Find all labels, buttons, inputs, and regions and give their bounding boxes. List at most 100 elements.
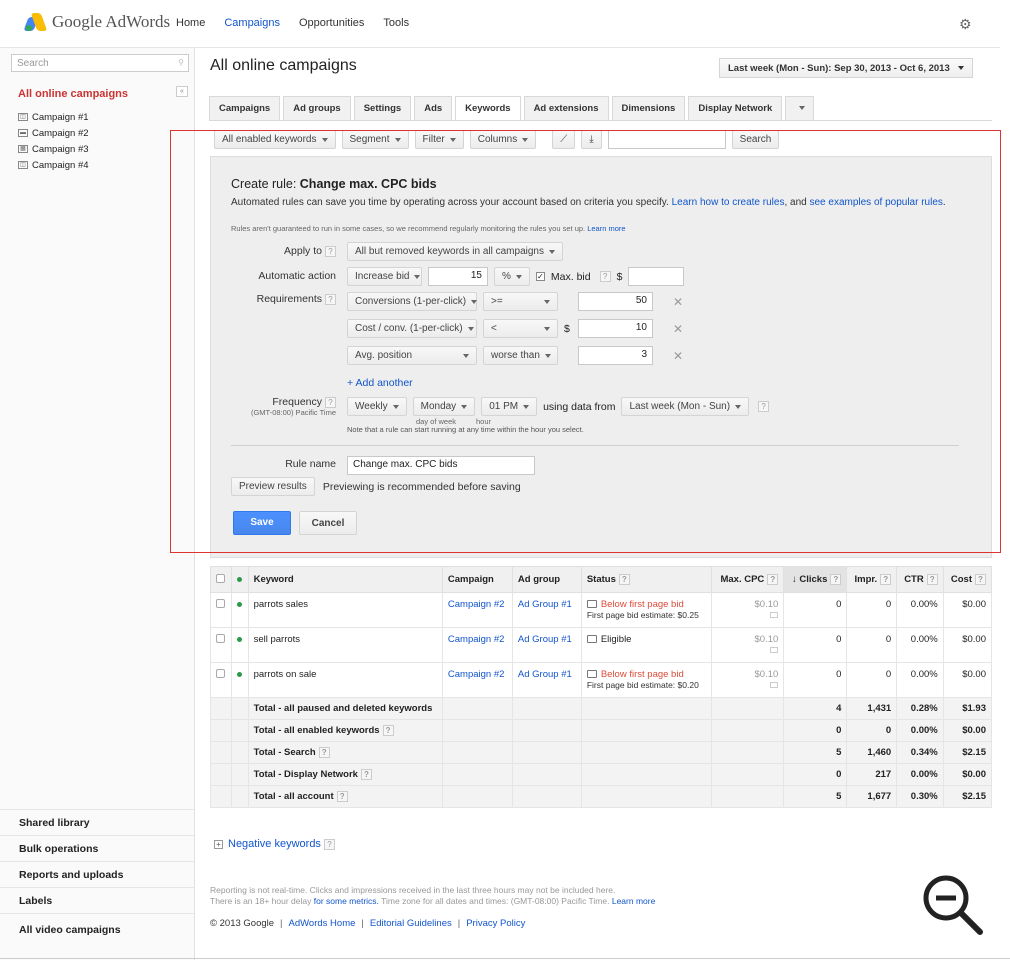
- date-range-selector[interactable]: Last week (Mon - Sun): Sep 30, 2013 - Oc…: [719, 58, 973, 78]
- sidebar-item-campaign-2[interactable]: ▬ Campaign #2: [18, 125, 89, 141]
- help-icon[interactable]: ?: [975, 573, 986, 585]
- header-campaign[interactable]: Campaign: [441, 566, 513, 593]
- sidebar-video-campaigns[interactable]: All video campaigns: [0, 913, 195, 943]
- tab-more-dropdown[interactable]: [785, 96, 815, 120]
- sidebar-bulk-operations[interactable]: Bulk operations: [0, 835, 195, 861]
- checkbox[interactable]: [216, 599, 225, 608]
- row-checkbox-cell[interactable]: [210, 627, 232, 663]
- clicks-cell: 5: [783, 785, 848, 809]
- cost-cell: $0.00: [942, 627, 993, 663]
- editorial-guidelines-link[interactable]: Editorial Guidelines: [370, 918, 452, 929]
- max-cpc-cell[interactable]: $0.10: [711, 592, 785, 628]
- collapse-sidebar-icon[interactable]: «: [176, 86, 188, 97]
- campaign-link[interactable]: Campaign #2: [448, 634, 505, 645]
- select-all-checkbox-cell[interactable]: [210, 566, 232, 593]
- sidebar-search-input[interactable]: Search ⚲: [11, 54, 189, 72]
- clicks-cell: 0: [783, 592, 848, 628]
- header-clicks[interactable]: ↓ Clicks?: [783, 566, 848, 593]
- empty-cell: [230, 718, 249, 743]
- tab-display-network[interactable]: Display Network: [688, 96, 783, 120]
- nav-tools[interactable]: Tools: [383, 17, 409, 29]
- tab-campaigns[interactable]: Campaigns: [209, 96, 281, 120]
- tab-settings[interactable]: Settings: [353, 96, 412, 120]
- help-icon[interactable]: ?: [360, 769, 372, 781]
- cost-cell: $0.00: [942, 718, 993, 743]
- adgroup-link[interactable]: Ad Group #1: [518, 599, 572, 610]
- campaign-link[interactable]: Campaign #2: [448, 599, 505, 610]
- enabled-dot-icon: [236, 637, 242, 642]
- gear-icon[interactable]: ⚙: [959, 16, 972, 33]
- keyword-cell[interactable]: sell parrots: [247, 627, 443, 663]
- total-label-cell: Total - Display Network?: [247, 763, 443, 787]
- adwords-logo[interactable]: Google AdWords: [23, 12, 170, 32]
- tab-keywords[interactable]: Keywords: [455, 96, 521, 121]
- edit-icon[interactable]: [770, 682, 779, 688]
- help-icon[interactable]: ?: [318, 747, 330, 759]
- empty-cell: [230, 763, 249, 787]
- sidebar-reports-uploads[interactable]: Reports and uploads: [0, 861, 195, 887]
- zoom-out-icon[interactable]: [918, 870, 988, 940]
- nav-home[interactable]: Home: [176, 17, 205, 29]
- impr-cell: 1,431: [846, 697, 898, 720]
- adgroup-link[interactable]: Ad Group #1: [518, 634, 572, 645]
- edit-icon[interactable]: [770, 612, 779, 618]
- tab-dimensions[interactable]: Dimensions: [611, 96, 686, 120]
- checkbox[interactable]: [216, 573, 225, 583]
- sidebar-item-campaign-3[interactable]: ▦ Campaign #3: [18, 141, 89, 157]
- sidebar-labels[interactable]: Labels: [0, 887, 195, 913]
- impr-cell: 1,677: [846, 785, 898, 809]
- total-label-cell: Total - all account?: [247, 785, 443, 809]
- row-checkbox-cell[interactable]: [210, 662, 232, 698]
- help-icon[interactable]: ?: [926, 573, 938, 585]
- sidebar-shared-library[interactable]: Shared library: [0, 809, 195, 835]
- tab-ad-extensions[interactable]: Ad extensions: [523, 96, 609, 120]
- learn-more-link[interactable]: Learn more: [612, 896, 655, 906]
- negative-keywords-toggle[interactable]: + Negative keywords ?: [214, 838, 335, 850]
- speech-bubble-icon[interactable]: [586, 670, 597, 679]
- nav-campaigns[interactable]: Campaigns: [224, 17, 280, 29]
- tab-ads[interactable]: Ads: [414, 96, 453, 120]
- help-icon[interactable]: ?: [323, 838, 335, 850]
- header-label: Cost: [950, 574, 972, 585]
- edit-icon[interactable]: [770, 647, 779, 653]
- table-row: parrots on sale Campaign #2 Ad Group #1 …: [210, 662, 993, 698]
- header-ad-group[interactable]: Ad group: [511, 566, 582, 593]
- ctr-cell: 0.00%: [896, 718, 944, 743]
- help-icon[interactable]: ?: [767, 573, 779, 585]
- negative-keywords-link[interactable]: Negative keywords: [228, 838, 321, 850]
- max-cpc-cell[interactable]: $0.10: [711, 627, 785, 663]
- speech-bubble-icon[interactable]: [586, 600, 597, 609]
- privacy-policy-link[interactable]: Privacy Policy: [466, 918, 525, 929]
- checkbox[interactable]: [216, 634, 225, 643]
- some-metrics-link[interactable]: for some metrics.: [314, 896, 379, 906]
- keyword-cell[interactable]: parrots on sale: [247, 662, 443, 698]
- max-cpc-value: $0.10: [754, 669, 779, 680]
- sidebar-item-campaign-1[interactable]: ◫ Campaign #1: [18, 109, 89, 125]
- header-max-cpc[interactable]: Max. CPC?: [711, 566, 785, 593]
- help-icon[interactable]: ?: [336, 791, 348, 803]
- header-keyword[interactable]: Keyword: [247, 566, 443, 593]
- help-icon[interactable]: ?: [830, 573, 842, 585]
- keyword-cell[interactable]: parrots sales: [247, 592, 443, 628]
- header-impr[interactable]: Impr.?: [846, 566, 898, 593]
- max-cpc-cell[interactable]: $0.10: [711, 662, 785, 698]
- adwords-home-link[interactable]: AdWords Home: [289, 918, 356, 929]
- sidebar-item-campaign-4[interactable]: ◫ Campaign #4: [18, 157, 89, 173]
- total-row: Total - Search? 5 1,460 0.34% $2.15: [210, 741, 993, 765]
- checkbox[interactable]: [216, 669, 225, 678]
- adgroup-link[interactable]: Ad Group #1: [518, 669, 572, 680]
- nav-opportunities[interactable]: Opportunities: [299, 17, 364, 29]
- sidebar-all-campaigns[interactable]: All online campaigns: [18, 88, 128, 100]
- help-icon[interactable]: ?: [618, 573, 630, 585]
- row-checkbox-cell[interactable]: [210, 592, 232, 628]
- campaign-link[interactable]: Campaign #2: [448, 669, 505, 680]
- header-cost[interactable]: Cost?: [942, 566, 993, 593]
- speech-bubble-icon[interactable]: [586, 635, 597, 644]
- table-header-row: Keyword Campaign Ad group Status? Max. C…: [210, 566, 993, 593]
- expand-plus-icon[interactable]: +: [214, 839, 223, 849]
- tab-ad-groups[interactable]: Ad groups: [283, 96, 351, 120]
- header-status[interactable]: Status?: [580, 566, 713, 593]
- help-icon[interactable]: ?: [880, 573, 892, 585]
- help-icon[interactable]: ?: [382, 725, 394, 736]
- header-ctr[interactable]: CTR?: [896, 566, 944, 593]
